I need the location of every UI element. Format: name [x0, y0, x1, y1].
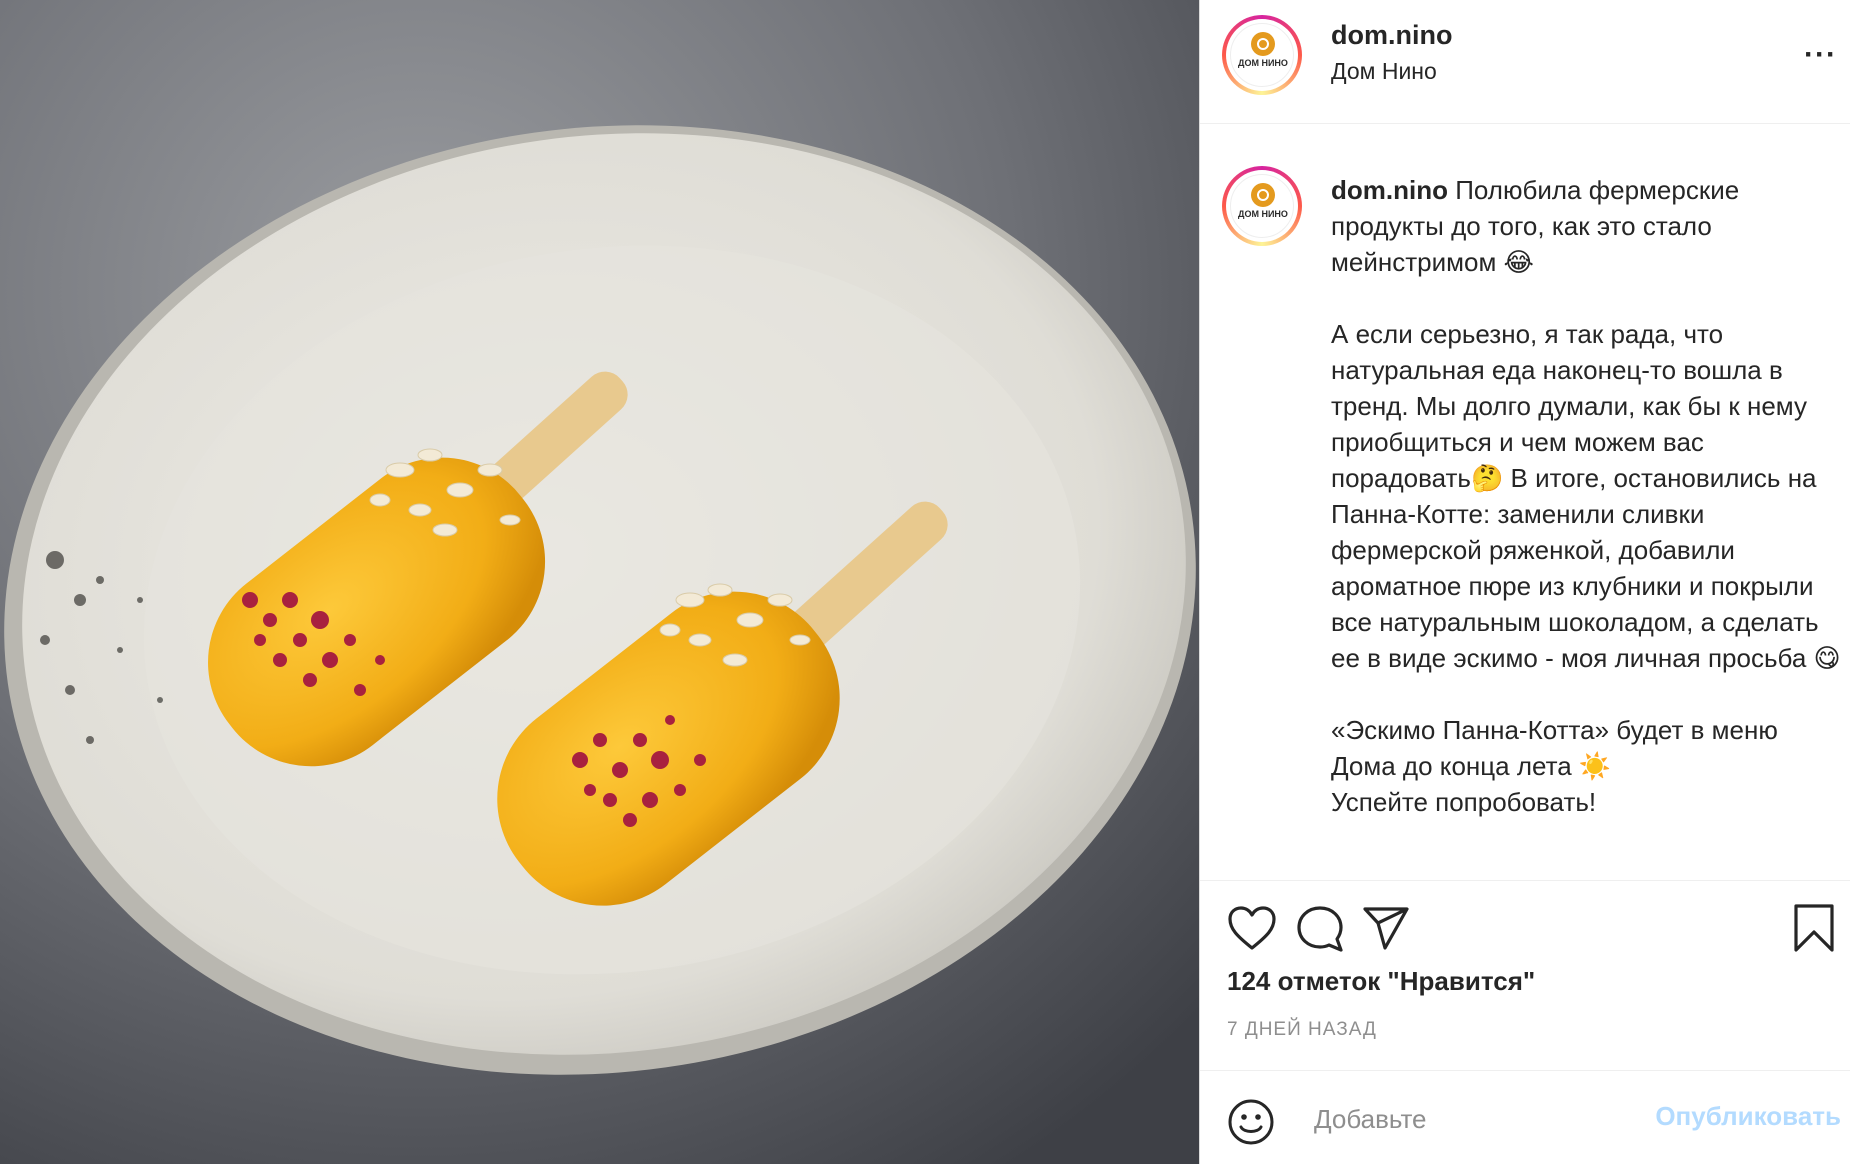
dom-nino-logo: ДОМ НИНО	[1230, 23, 1294, 87]
post-caption: ДОМ НИНО dom.nino Полюбила фермерские пр…	[1200, 124, 1850, 881]
caption-avatar[interactable]: ДОМ НИНО	[1222, 166, 1302, 246]
more-horizontal-icon[interactable]: ···	[1804, 38, 1837, 72]
header-location[interactable]: Дом Нино	[1331, 58, 1437, 85]
avatar[interactable]: ДОМ НИНО	[1222, 15, 1302, 95]
caption-text: dom.nino Полюбила фермерские продукты до…	[1331, 172, 1843, 820]
instagram-post: ДОМ НИНО dom.nino Дом Нино ··· ДОМ НИНО …	[0, 0, 1850, 1164]
caption-username[interactable]: dom.nino	[1331, 175, 1448, 205]
logo-text: ДОМ НИНО	[1238, 58, 1288, 68]
orange-logo-icon	[1251, 32, 1275, 56]
popsicle-dessert-image	[0, 0, 1199, 1164]
post-side-panel: ДОМ НИНО dom.nino Дом Нино ··· ДОМ НИНО …	[1199, 0, 1850, 1164]
caption-paragraph-3: «Эскимо Панна-Котта» будет в меню Дома д…	[1331, 715, 1778, 781]
comment-input[interactable]	[1312, 1093, 1656, 1145]
post-header: ДОМ НИНО dom.nino Дом Нино ···	[1200, 0, 1850, 124]
header-username[interactable]: dom.nino	[1331, 20, 1452, 51]
paper-plane-icon[interactable]	[1361, 905, 1411, 956]
post-actions: 124 отметок "Нравится" 7 ДНЕЙ НАЗАД	[1200, 881, 1850, 1071]
post-photo[interactable]	[0, 0, 1199, 1164]
logo-text: ДОМ НИНО	[1238, 209, 1288, 219]
comment-bubble-icon[interactable]	[1295, 903, 1345, 958]
comment-box: Опубликовать	[1200, 1071, 1850, 1164]
likes-count[interactable]: 124 отметок "Нравится"	[1227, 966, 1535, 997]
orange-logo-icon	[1251, 183, 1275, 207]
heart-icon[interactable]	[1227, 905, 1277, 956]
caption-paragraph-2: А если серьезно, я так рада, что натурал…	[1331, 319, 1841, 673]
publish-button[interactable]: Опубликовать	[1655, 1101, 1841, 1132]
bookmark-icon[interactable]	[1792, 903, 1836, 958]
post-date: 7 ДНЕЙ НАЗАД	[1227, 1019, 1377, 1040]
caption-paragraph-4: Успейте попробовать!	[1331, 787, 1597, 817]
dom-nino-logo: ДОМ НИНО	[1230, 174, 1294, 238]
smiley-icon[interactable]	[1227, 1098, 1275, 1151]
